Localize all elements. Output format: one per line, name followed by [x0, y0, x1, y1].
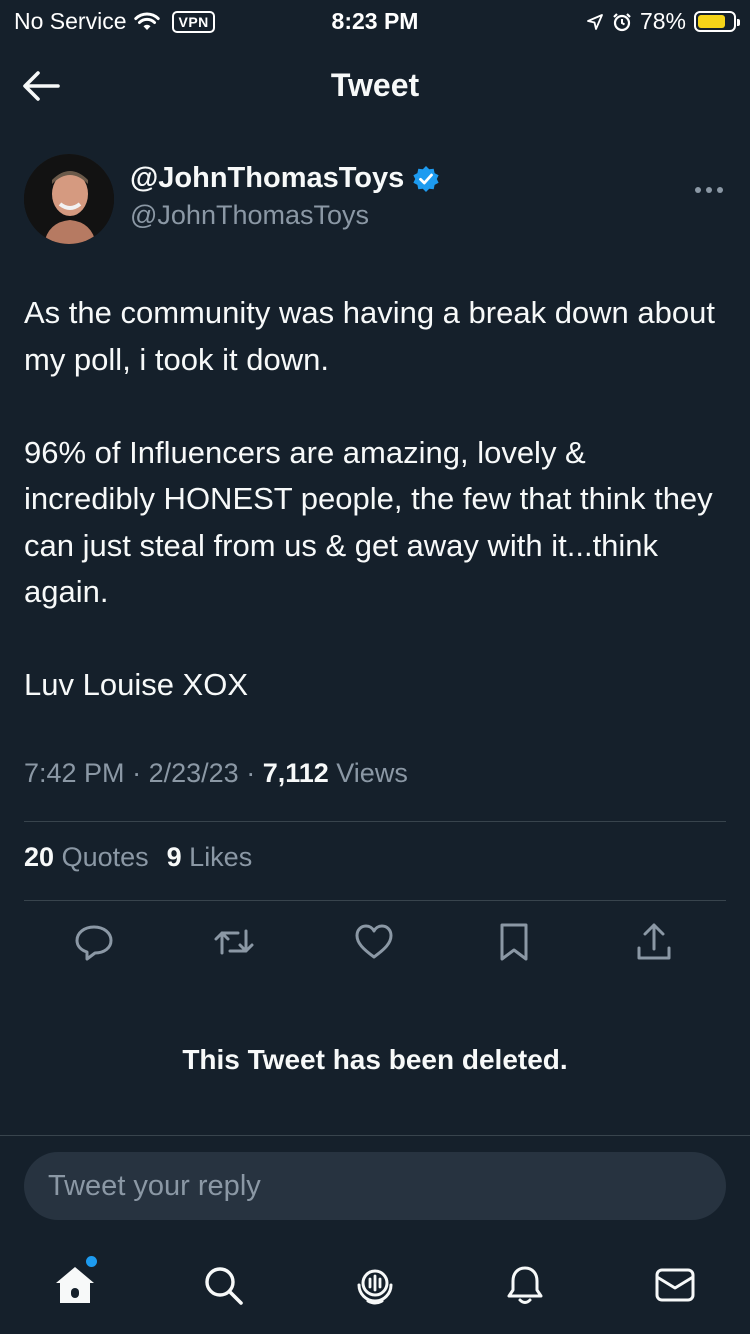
notification-dot	[86, 1256, 97, 1267]
battery-icon	[694, 11, 740, 32]
share-icon	[637, 923, 671, 960]
tweet-text: As the community was having a break down…	[24, 290, 724, 709]
messages-icon	[655, 1268, 695, 1302]
alarm-icon	[613, 12, 631, 31]
search-icon	[205, 1267, 243, 1305]
bookmark-icon	[500, 923, 528, 961]
page-title: Tweet	[330, 67, 420, 103]
verified-badge-icon	[413, 165, 439, 192]
retweet-icon	[214, 929, 254, 955]
header: Tweet	[0, 45, 750, 125]
tweet-stats: 20 Quotes 9 Likes	[24, 842, 252, 873]
tweet-paragraph: 96% of Influencers are amazing, lovely &…	[24, 434, 713, 610]
divider	[24, 900, 726, 901]
notifications-icon	[507, 1266, 543, 1304]
tweet-paragraph: Luv Louise XOX	[24, 667, 249, 702]
tab-notifications[interactable]	[500, 1260, 550, 1310]
tweet-paragraph: As the community was having a break down…	[24, 295, 715, 377]
avatar[interactable]	[24, 154, 114, 244]
more-horizontal-icon	[695, 187, 723, 193]
spaces-icon	[357, 1269, 393, 1305]
status-bar: No Service VPN 8:23 PM 78%	[0, 0, 750, 40]
tweet-date: 2/23/23	[148, 758, 239, 788]
location-arrow-icon	[587, 13, 603, 30]
battery-level	[698, 15, 725, 28]
likes-count: 9	[166, 842, 182, 872]
views-label[interactable]: Views	[336, 758, 408, 788]
battery-percent: 78%	[639, 8, 686, 34]
tweet-time: 7:42 PM	[24, 758, 125, 788]
author-handle[interactable]: @JohnThomasToys	[130, 200, 369, 231]
quotes-count: 20	[24, 842, 55, 872]
share-button[interactable]	[632, 920, 676, 964]
display-name[interactable]: @JohnThomasToys	[130, 162, 404, 195]
like-button[interactable]	[352, 920, 396, 964]
like-icon	[355, 924, 393, 959]
tab-search[interactable]	[198, 1260, 248, 1310]
tweet-meta: 7:42 PM · 2/23/23 · 7,112 Views	[24, 758, 408, 788]
reply-icon	[75, 925, 113, 961]
reply-input[interactable]	[24, 1152, 726, 1220]
reply-button[interactable]	[72, 920, 116, 964]
divider	[0, 1135, 750, 1136]
home-icon	[56, 1267, 94, 1303]
action-bar	[0, 920, 750, 970]
author-name-row[interactable]: @JohnThomasToys	[130, 162, 440, 195]
likes-label: Likes	[189, 842, 253, 872]
tab-home[interactable]	[50, 1260, 100, 1310]
divider	[24, 821, 726, 822]
bookmark-button[interactable]	[492, 920, 536, 964]
tab-messages[interactable]	[650, 1260, 700, 1310]
likes-stat[interactable]: 9 Likes	[167, 842, 253, 873]
more-options-button[interactable]	[694, 168, 724, 202]
views-count: 7,112	[262, 758, 329, 788]
quotes-stat[interactable]: 20 Quotes	[24, 842, 149, 873]
quotes-label: Quotes	[61, 842, 149, 872]
retweet-button[interactable]	[212, 920, 256, 964]
avatar-image	[24, 154, 114, 244]
tab-spaces[interactable]	[350, 1260, 400, 1310]
bottom-tab-bar	[0, 1250, 750, 1320]
deleted-tweet-notice: This Tweet has been deleted.	[182, 1044, 568, 1075]
